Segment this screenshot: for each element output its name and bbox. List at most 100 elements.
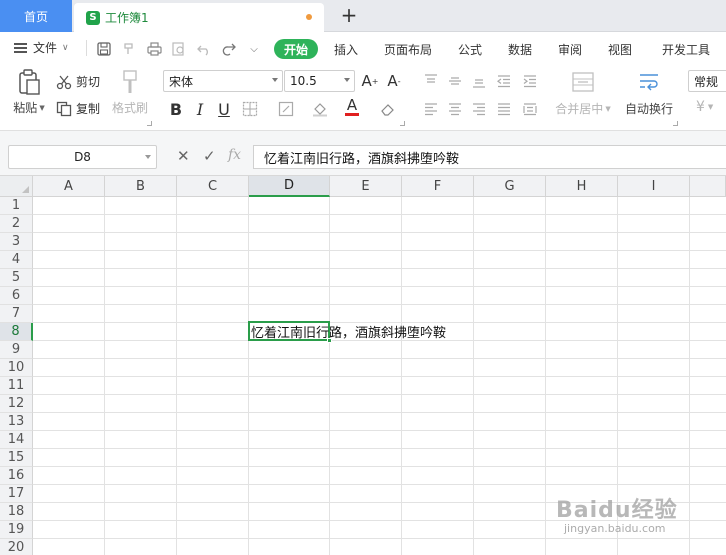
- column-header-b[interactable]: B: [105, 176, 177, 197]
- font-group-expander[interactable]: [400, 121, 405, 126]
- cut-label: 剪切: [76, 75, 101, 89]
- column-header-f[interactable]: F: [402, 176, 474, 197]
- align-bottom-icon[interactable]: [469, 71, 489, 91]
- justify-icon[interactable]: [494, 99, 514, 119]
- row-header-2[interactable]: 2: [0, 215, 33, 233]
- align-center-icon[interactable]: [445, 99, 465, 119]
- cut-button[interactable]: 剪切: [56, 73, 100, 90]
- format-brush-icon[interactable]: [121, 41, 137, 57]
- tab-view[interactable]: 视图: [607, 39, 633, 59]
- column-header-h[interactable]: H: [546, 176, 618, 197]
- row-header-4[interactable]: 4: [0, 251, 33, 269]
- tab-home[interactable]: 首页: [0, 0, 72, 32]
- column-header-g[interactable]: G: [474, 176, 546, 197]
- file-menu[interactable]: 文件 ∨: [14, 39, 69, 56]
- wrap-text-button[interactable]: 自动换行: [622, 71, 676, 117]
- tab-review[interactable]: 审阅: [557, 39, 583, 59]
- tab-page-layout[interactable]: 页面布局: [383, 39, 433, 59]
- number-format-value: 常规: [694, 74, 719, 89]
- row-header-1[interactable]: 1: [0, 197, 33, 215]
- row-header-14[interactable]: 14: [0, 431, 33, 449]
- format-painter-label: 格式刷: [111, 101, 148, 115]
- column-header-i[interactable]: I: [618, 176, 690, 197]
- insert-function-icon[interactable]: fx: [228, 147, 241, 163]
- tab-document[interactable]: S 工作簿1: [74, 3, 324, 32]
- name-box[interactable]: D8: [8, 145, 157, 169]
- customize-toolbar-icon[interactable]: ⌵: [246, 41, 262, 57]
- increase-font-icon[interactable]: A +: [360, 71, 380, 91]
- cell-style-icon[interactable]: [276, 99, 296, 119]
- distributed-align-icon[interactable]: [520, 99, 540, 119]
- grid-line: [33, 358, 726, 359]
- caret-down-icon: ▼: [707, 103, 714, 111]
- alignment-group-expander[interactable]: [673, 121, 678, 126]
- row-header-6[interactable]: 6: [0, 287, 33, 305]
- row-header-7[interactable]: 7: [0, 305, 33, 323]
- row-header-20[interactable]: 20: [0, 539, 33, 555]
- column-header-c[interactable]: C: [177, 176, 249, 197]
- print-preview-icon[interactable]: [171, 41, 187, 57]
- row-header-5[interactable]: 5: [0, 269, 33, 287]
- row-header-3[interactable]: 3: [0, 233, 33, 251]
- tab-developer[interactable]: 开发工具: [660, 39, 712, 59]
- paste-button[interactable]: 粘贴 ▼: [10, 69, 48, 116]
- number-format-select[interactable]: 常规: [688, 70, 726, 92]
- decrease-font-icon[interactable]: A-: [384, 71, 404, 91]
- indent-increase-icon[interactable]: [520, 71, 540, 91]
- cancel-icon[interactable]: ✕: [177, 147, 190, 165]
- row-header-10[interactable]: 10: [0, 359, 33, 377]
- row-header-16[interactable]: 16: [0, 467, 33, 485]
- italic-icon[interactable]: I: [190, 99, 210, 119]
- indent-decrease-icon[interactable]: [494, 71, 514, 91]
- select-all-button[interactable]: [0, 176, 33, 197]
- grid-line: [33, 304, 726, 305]
- align-right-icon[interactable]: [469, 99, 489, 119]
- redo-icon[interactable]: [221, 41, 237, 57]
- check-icon[interactable]: ✓: [203, 147, 216, 165]
- save-icon[interactable]: [96, 41, 112, 57]
- row-header-19[interactable]: 19: [0, 521, 33, 539]
- wrap-text-label: 自动换行: [624, 102, 673, 116]
- separator: [86, 40, 87, 56]
- watermark-sub: jingyan.baidu.com: [564, 522, 666, 535]
- tab-formula[interactable]: 公式: [457, 39, 483, 59]
- row-header-11[interactable]: 11: [0, 377, 33, 395]
- clipboard-group-expander[interactable]: [147, 121, 152, 126]
- tab-data[interactable]: 数据: [507, 39, 533, 59]
- font-size-select[interactable]: 10.5: [284, 70, 355, 92]
- row-header-15[interactable]: 15: [0, 449, 33, 467]
- underline-icon[interactable]: U: [214, 99, 234, 119]
- column-header-e[interactable]: E: [330, 176, 402, 197]
- fill-color-icon[interactable]: [310, 99, 330, 119]
- bold-icon[interactable]: B: [166, 99, 186, 119]
- undo-icon[interactable]: [196, 41, 212, 57]
- row-header-17[interactable]: 17: [0, 485, 33, 503]
- row-header-18[interactable]: 18: [0, 503, 33, 521]
- row-header-13[interactable]: 13: [0, 413, 33, 431]
- tab-start[interactable]: 开始: [274, 39, 318, 59]
- row-header-9[interactable]: 9: [0, 341, 33, 359]
- row-header-8[interactable]: 8: [0, 323, 33, 341]
- tab-insert[interactable]: 插入: [332, 39, 360, 59]
- align-top-icon[interactable]: [421, 71, 441, 91]
- row-header-12[interactable]: 12: [0, 395, 33, 413]
- font-name-select[interactable]: 宋体: [163, 70, 283, 92]
- tab-document-label: 工作簿1: [105, 11, 149, 25]
- chevron-down-icon: ∨: [62, 42, 69, 53]
- merge-center-button[interactable]: 合并居中 ▼: [553, 71, 613, 117]
- currency-button[interactable]: ¥ ▼: [696, 99, 713, 115]
- align-middle-icon[interactable]: [445, 71, 465, 91]
- unsaved-indicator: [306, 14, 312, 20]
- font-color-icon[interactable]: A: [342, 97, 362, 117]
- print-icon[interactable]: [146, 41, 162, 57]
- formula-input[interactable]: 忆着江南旧行路，酒旗斜拂堕吟鞍: [253, 145, 726, 169]
- add-tab-button[interactable]: +: [338, 3, 360, 27]
- column-header-d[interactable]: D: [249, 176, 330, 197]
- copy-label: 复制: [76, 102, 101, 116]
- copy-button[interactable]: 复制: [56, 100, 100, 117]
- eraser-icon[interactable]: [378, 99, 398, 119]
- align-left-icon[interactable]: [421, 99, 441, 119]
- column-header-a[interactable]: A: [33, 176, 105, 197]
- border-icon[interactable]: [240, 99, 260, 119]
- format-painter-button[interactable]: 格式刷: [108, 69, 152, 116]
